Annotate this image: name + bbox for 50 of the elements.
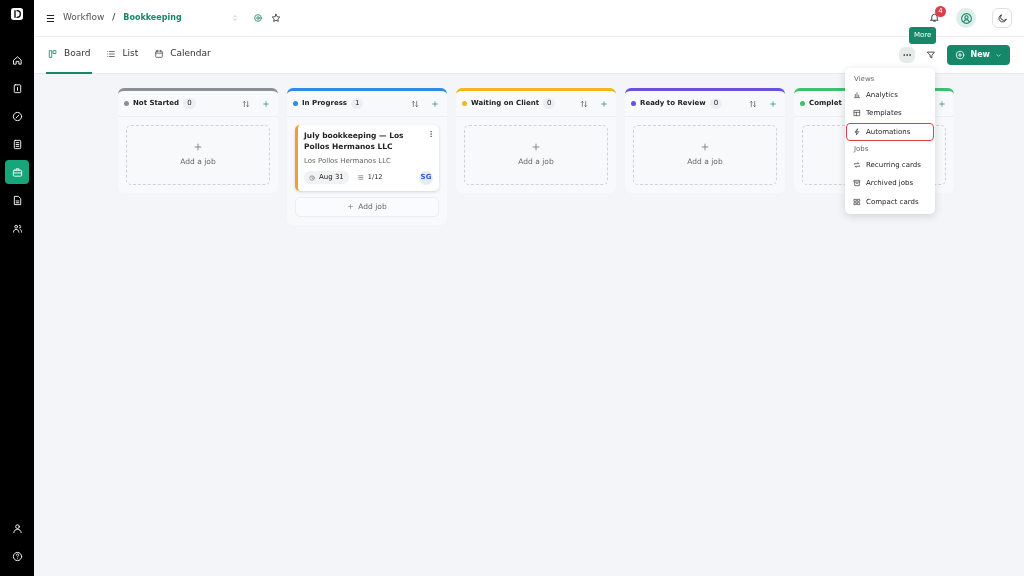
- clock-icon: [309, 174, 315, 181]
- plus-icon: [700, 142, 710, 153]
- view-tab[interactable]: Calendar: [152, 36, 213, 74]
- user-icon: [959, 11, 973, 25]
- more-button[interactable]: [899, 47, 916, 63]
- sort-icon[interactable]: [411, 99, 419, 108]
- star-icon[interactable]: [271, 13, 282, 23]
- chart-icon: [853, 90, 861, 99]
- list-icon: [356, 174, 364, 181]
- new-button[interactable]: New: [947, 45, 1010, 65]
- theme-toggle-button[interactable]: [992, 8, 1012, 28]
- user-icon: [11, 522, 23, 534]
- filter-icon: [926, 50, 937, 60]
- plus-icon: [193, 142, 203, 153]
- repeat-icon: [853, 160, 861, 169]
- plus-icon: [347, 203, 355, 210]
- gear-icon[interactable]: [253, 13, 264, 23]
- home-icon: [11, 54, 23, 66]
- list-icon: [106, 49, 117, 59]
- avatar-button[interactable]: [956, 8, 976, 28]
- board-icon: [48, 49, 58, 59]
- plus-circle-icon: [955, 50, 966, 60]
- moon-icon: [996, 12, 1008, 24]
- breadcrumb-separator: /: [112, 11, 116, 25]
- sort-icon[interactable]: [580, 99, 588, 108]
- document-icon: [11, 138, 23, 150]
- calendar-icon: [154, 49, 165, 59]
- briefcase-icon: [11, 166, 23, 178]
- view-tab[interactable]: List: [104, 36, 141, 74]
- file-icon: [11, 194, 23, 206]
- lightning-icon: [853, 127, 861, 136]
- kebab-icon[interactable]: [427, 130, 435, 138]
- breadcrumb-link[interactable]: Workflow: [62, 11, 105, 25]
- clipboard-icon: [11, 82, 23, 94]
- view-tab[interactable]: Board: [46, 36, 93, 74]
- sort-icon[interactable]: [242, 99, 250, 108]
- compass-icon: [11, 110, 23, 122]
- users-icon: [11, 222, 23, 234]
- bell-icon[interactable]: [929, 12, 940, 23]
- plus-icon: [531, 142, 541, 153]
- grid-icon: [853, 197, 861, 206]
- logo-icon[interactable]: [9, 6, 25, 22]
- chevron-icon: [995, 51, 1002, 59]
- sidebar-item[interactable]: [5, 160, 29, 184]
- menu-icon[interactable]: ☰: [46, 10, 55, 26]
- template-icon: [853, 109, 861, 118]
- help-icon: [11, 550, 23, 562]
- sort-icon[interactable]: [749, 99, 757, 108]
- breadcrumb-current: Bookkeeping: [123, 12, 183, 24]
- archive-icon: [853, 179, 861, 188]
